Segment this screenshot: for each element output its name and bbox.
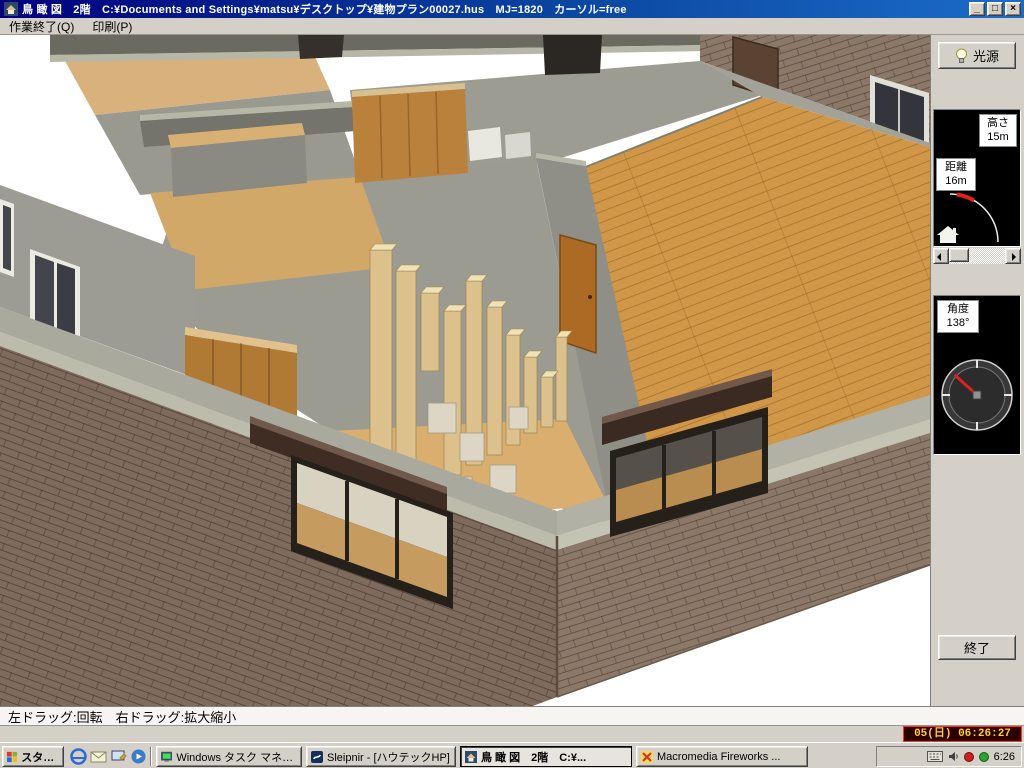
task-button-birdview-active[interactable]: 鳥 瞰 図 2階 C:¥... <box>460 746 632 767</box>
light-source-label: 光源 <box>973 46 999 65</box>
distance-label: 距離 <box>937 160 975 174</box>
angle-label: 角度 <box>938 302 978 316</box>
light-source-button[interactable]: 光源 <box>938 42 1016 69</box>
sleipnir-icon <box>311 751 323 763</box>
desktop-clock-overlay: 05(日) 06:26:27 <box>903 726 1022 742</box>
taskbar-separator <box>150 747 152 766</box>
drag-hint-text: 左ドラッグ:回転 右ドラッグ:拡大縮小 <box>8 707 236 726</box>
lightbulb-icon <box>955 48 968 64</box>
task-label: Windows タスク マネージャ <box>176 749 297 765</box>
system-tray: 6:26 <box>876 746 1022 767</box>
status-red-icon[interactable] <box>964 752 974 762</box>
height-value: 15m <box>980 130 1016 144</box>
distance-readout: 距離 16m <box>936 158 976 191</box>
distance-scrollbar[interactable] <box>933 248 1021 264</box>
close-button[interactable]: × <box>1005 2 1021 16</box>
angle-readout: 角度 138° <box>937 300 979 333</box>
minimize-button[interactable]: _ <box>969 2 985 16</box>
task-label: Sleipnir - [ハウテックHP] <box>327 749 450 765</box>
angle-value: 138° <box>938 316 978 330</box>
menu-bar: 作業終了(Q) 印刷(P) <box>0 18 1024 35</box>
tray-clock[interactable]: 6:26 <box>994 751 1015 763</box>
show-desktop-icon[interactable] <box>110 748 127 765</box>
scroll-left-button[interactable] <box>933 248 949 264</box>
lower-strip <box>0 726 1024 742</box>
task-manager-icon <box>161 751 172 763</box>
status-bar: 左ドラッグ:回転 右ドラッグ:拡大縮小 <box>0 706 1024 726</box>
task-button-taskmgr[interactable]: Windows タスク マネージャ <box>156 746 302 767</box>
right-arrow-icon <box>1012 253 1016 261</box>
angle-compass-dial[interactable] <box>934 336 1020 454</box>
height-readout: 高さ 15m <box>979 114 1017 147</box>
control-sidebar: 光源 高さ 15m 距離 16m <box>931 35 1024 706</box>
task-label: 鳥 瞰 図 2階 C:¥... <box>481 749 586 765</box>
task-label: Macromedia Fireworks ... <box>657 751 780 763</box>
camera-position-panel[interactable]: 高さ 15m 距離 16m <box>933 109 1021 247</box>
media-icon[interactable] <box>130 748 147 765</box>
mail-icon[interactable] <box>90 748 107 765</box>
camera-elevation-dial[interactable] <box>934 188 1020 246</box>
start-button[interactable]: スタート <box>2 746 64 767</box>
scrollbar-thumb[interactable] <box>949 248 969 262</box>
ie-icon[interactable] <box>70 748 87 765</box>
height-label: 高さ <box>980 116 1016 130</box>
house-icon <box>937 226 959 243</box>
keyboard-icon[interactable] <box>927 751 943 762</box>
distance-value: 16m <box>937 174 975 188</box>
taskbar: スタート Windows タスク マネージャ <box>0 742 1024 768</box>
task-button-fireworks[interactable]: Macromedia Fireworks ... <box>636 746 808 767</box>
menu-item-print[interactable]: 印刷(P) <box>83 17 141 36</box>
dial-center-knob <box>973 391 981 399</box>
birdview-task-icon <box>465 751 477 763</box>
angle-panel[interactable]: 角度 138° <box>933 295 1021 455</box>
start-label: スタート <box>21 749 59 765</box>
scrollbar-track[interactable] <box>949 248 1005 264</box>
exit-button[interactable]: 終了 <box>938 635 1016 660</box>
house-3d-scene <box>0 35 931 706</box>
scroll-right-button[interactable] <box>1005 248 1021 264</box>
status-green-icon[interactable] <box>979 752 989 762</box>
render-canvas[interactable] <box>0 35 931 706</box>
title-bar[interactable]: 鳥 瞰 図 2階 C:¥Documents and Settings¥matsu… <box>0 0 1024 18</box>
menu-item-exit-work[interactable]: 作業終了(Q) <box>0 17 83 36</box>
app-icon <box>4 2 18 16</box>
left-arrow-icon <box>937 253 941 261</box>
windows-logo-icon <box>7 751 17 763</box>
maximize-button[interactable]: □ <box>987 2 1003 16</box>
window-title: 鳥 瞰 図 2階 C:¥Documents and Settings¥matsu… <box>22 1 969 17</box>
volume-icon[interactable] <box>948 751 959 762</box>
application-window: 鳥 瞰 図 2階 C:¥Documents and Settings¥matsu… <box>0 0 1024 768</box>
fireworks-icon <box>641 751 653 763</box>
task-button-sleipnir[interactable]: Sleipnir - [ハウテックHP] <box>306 746 456 767</box>
